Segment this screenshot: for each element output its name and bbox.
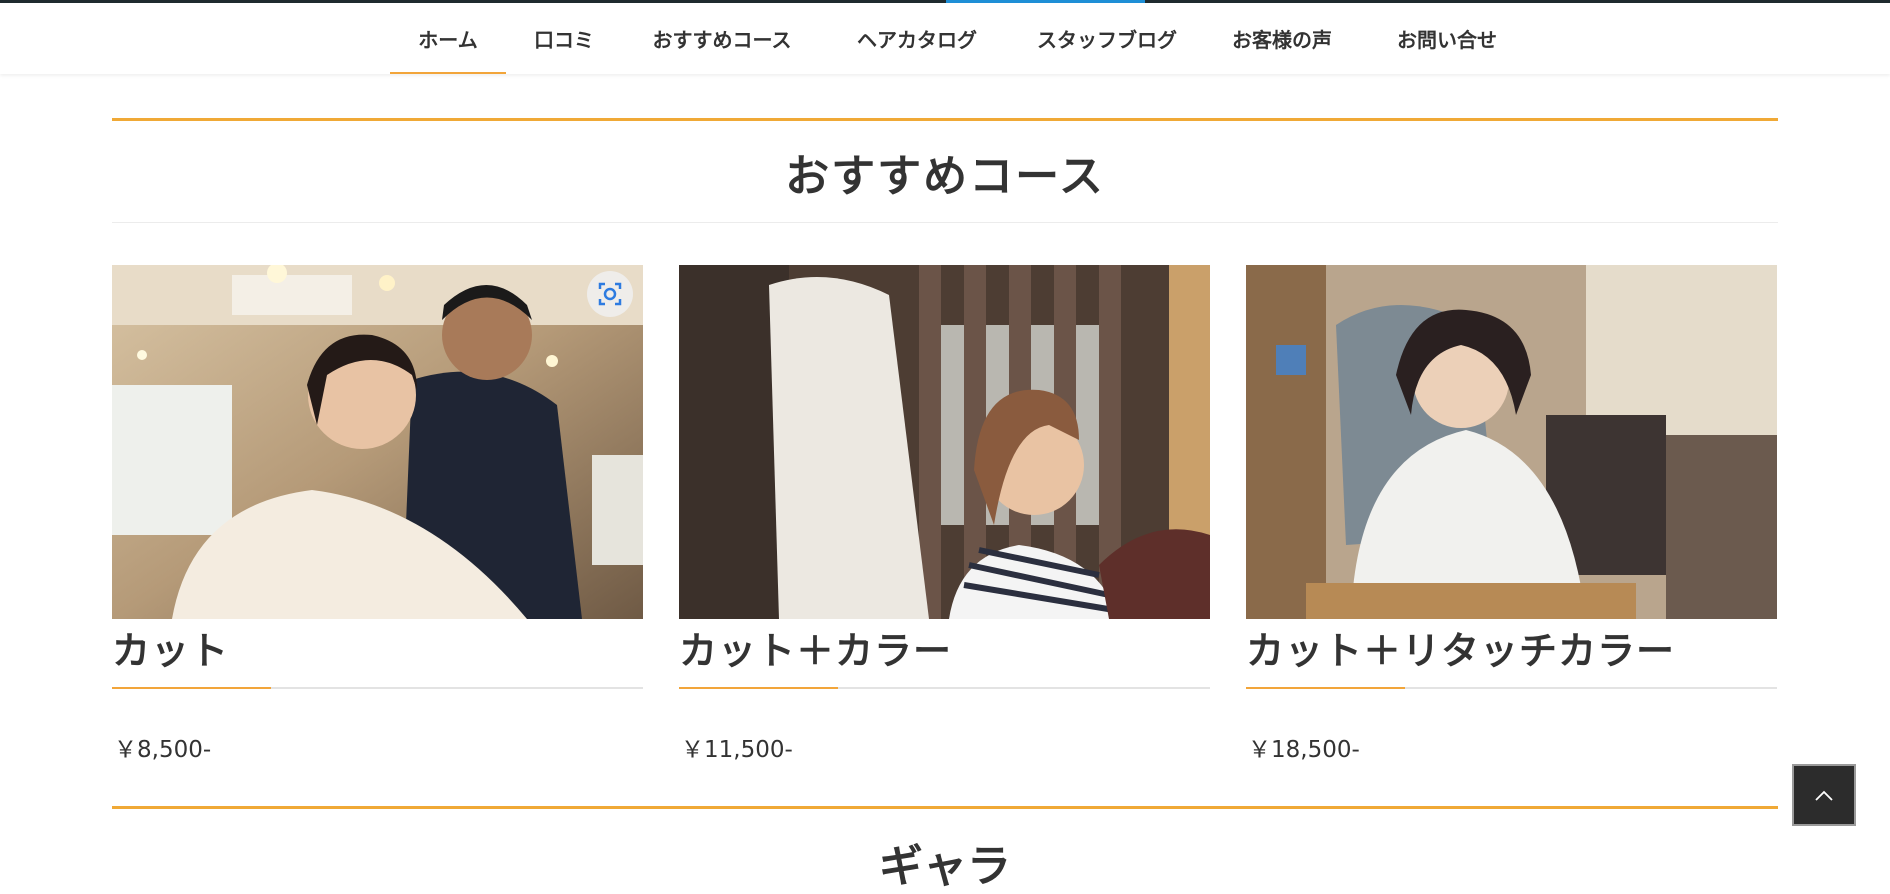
visual-search-glyph — [598, 282, 622, 306]
course-divider-accent — [679, 687, 838, 689]
nav-item-customer-voices[interactable]: お客様の声 — [1202, 3, 1362, 74]
salon-photo-cut — [112, 265, 643, 619]
course-price: ￥18,500- — [1248, 737, 1360, 763]
course-photo-cut-color[interactable] — [679, 265, 1210, 619]
course-price: ￥8,500- — [114, 737, 212, 763]
nav-item-reviews[interactable]: 口コミ — [506, 3, 622, 74]
section-bottom-rule — [112, 806, 1778, 809]
next-section-title: ギャラ — [879, 841, 1011, 892]
nav-item-contact[interactable]: お問い合せ — [1362, 3, 1532, 74]
nav-item-home[interactable]: ホーム — [390, 3, 506, 74]
nav-list: ホーム 口コミ おすすめコース ヘアカタログ スタッフブログ お客様の声 お問い… — [390, 3, 1532, 74]
section-top-rule — [112, 118, 1778, 121]
section-title: おすすめコース — [785, 151, 1105, 202]
course-title[interactable]: カット＋カラー — [679, 620, 1210, 675]
back-to-top-button[interactable] — [1792, 764, 1856, 826]
salon-photo-cut-retouch-color — [1246, 265, 1777, 619]
course-photo-cut[interactable] — [112, 265, 643, 619]
nav-item-staff-blog[interactable]: スタッフブログ — [1012, 3, 1202, 74]
course-card-cut-retouch-color[interactable]: カット＋リタッチカラー ￥18,500- — [1246, 265, 1777, 763]
chevron-up-icon — [1815, 790, 1833, 801]
visual-search-icon[interactable] — [587, 271, 633, 317]
section-title-divider — [112, 222, 1778, 223]
salon-photo-cut-color — [679, 265, 1210, 619]
course-card-cut-color[interactable]: カット＋カラー ￥11,500- — [679, 265, 1210, 763]
nav-item-hair-catalog[interactable]: ヘアカタログ — [822, 3, 1012, 74]
course-card-cut[interactable]: カット ￥8,500- — [112, 265, 643, 763]
course-price: ￥11,500- — [681, 737, 793, 763]
course-title[interactable]: カット — [112, 620, 643, 675]
course-title[interactable]: カット＋リタッチカラー — [1246, 620, 1777, 675]
main-navigation: ホーム 口コミ おすすめコース ヘアカタログ スタッフブログ お客様の声 お問い… — [0, 3, 1890, 74]
course-photo-cut-retouch-color[interactable] — [1246, 265, 1777, 619]
nav-item-recommended-courses[interactable]: おすすめコース — [622, 3, 822, 74]
course-divider-accent — [1246, 687, 1405, 689]
course-divider-accent — [112, 687, 271, 689]
